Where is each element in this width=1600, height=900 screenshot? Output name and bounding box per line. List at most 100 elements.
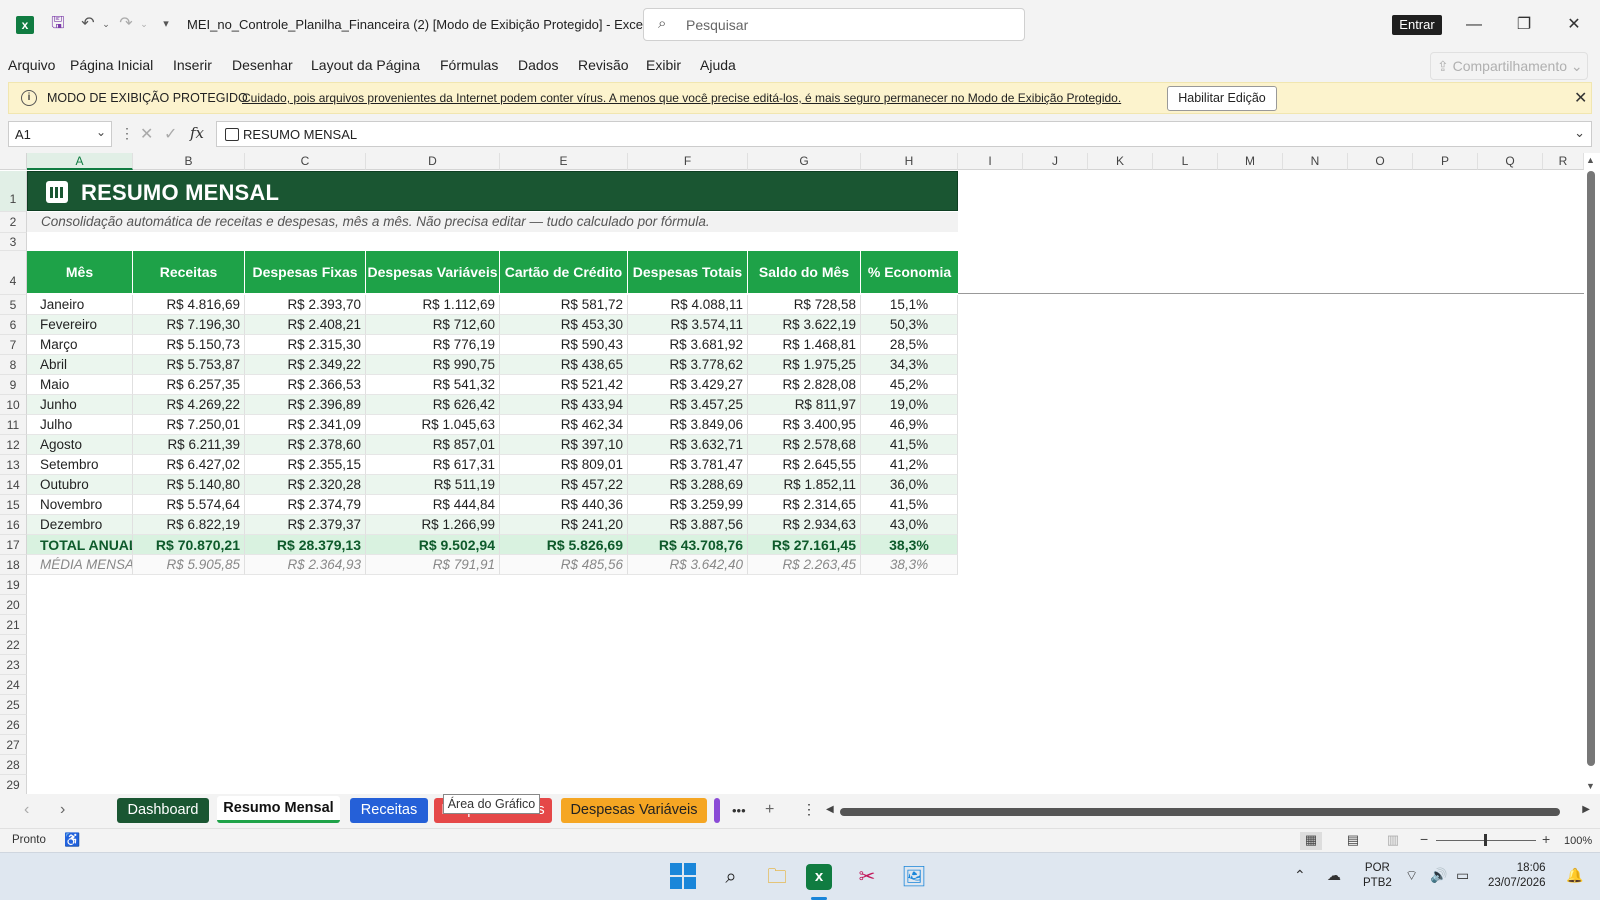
table-cell[interactable]: Julho [27,415,133,435]
table-cell[interactable]: R$ 3.849,06 [628,415,748,435]
table-cell[interactable]: R$ 5.905,85 [133,555,245,575]
table-cell[interactable]: R$ 541,32 [366,375,500,395]
clock[interactable]: 18:06 23/07/2026 [1488,861,1546,891]
header-cell[interactable]: Mês [27,251,133,293]
wifi-icon[interactable]: ⌔ [1405,867,1418,885]
table-cell[interactable]: R$ 617,31 [366,455,500,475]
column-header[interactable]: P [1413,153,1478,170]
table-cell[interactable]: R$ 1.112,69 [366,295,500,315]
table-cell[interactable]: R$ 521,42 [500,375,628,395]
table-cell[interactable]: TOTAL ANUAL [27,535,133,555]
photos-icon[interactable]: 🖼 [900,863,928,891]
protected-view-message[interactable]: Cuidado, pois arquivos provenientes da I… [242,91,1121,105]
minimize-button[interactable]: — [1460,12,1488,38]
row-header[interactable]: 26 [0,715,27,735]
zoom-out-icon[interactable]: − [1420,831,1428,847]
table-cell[interactable]: 15,1% [861,295,958,315]
row-header[interactable]: 4 [0,251,27,295]
table-cell[interactable]: R$ 3.400,95 [748,415,861,435]
table-cell[interactable]: R$ 3.429,27 [628,375,748,395]
row-header[interactable]: 15 [0,495,27,515]
row-header[interactable]: 3 [0,233,27,251]
table-cell[interactable]: R$ 2.578,68 [748,435,861,455]
scroll-thumb[interactable] [1587,171,1595,766]
table-cell[interactable]: Fevereiro [27,315,133,335]
row-header[interactable]: 2 [0,212,27,233]
column-header[interactable]: B [133,153,245,170]
scroll-right-icon[interactable]: ▶ [1582,804,1590,815]
column-header[interactable]: K [1088,153,1153,170]
row-header[interactable]: 16 [0,515,27,535]
row-header[interactable]: 1 [0,171,27,212]
table-cell[interactable]: R$ 2.349,22 [245,355,366,375]
table-cell[interactable]: R$ 811,97 [748,395,861,415]
column-header[interactable]: L [1153,153,1218,170]
column-header[interactable]: I [958,153,1023,170]
tab-dashboard[interactable]: Dashboard [117,798,209,823]
table-cell[interactable]: R$ 2.408,21 [245,315,366,335]
snipping-tool-icon[interactable]: ✂ [853,863,881,891]
column-header[interactable]: O [1348,153,1413,170]
tab-partial[interactable] [714,798,720,823]
table-cell[interactable]: R$ 3.259,99 [628,495,748,515]
table-cell[interactable]: 46,9% [861,415,958,435]
table-cell[interactable]: R$ 5.826,69 [500,535,628,555]
table-cell[interactable]: Março [27,335,133,355]
column-header[interactable]: A [27,153,133,170]
table-cell[interactable]: R$ 70.870,21 [133,535,245,555]
scroll-thumb[interactable] [840,808,1560,816]
redo-icon[interactable]: ↷ [116,14,136,34]
normal-view-icon[interactable]: ▦ [1300,832,1322,850]
vertical-scrollbar[interactable]: ▲ ▼ [1584,153,1598,794]
table-cell[interactable]: R$ 3.622,19 [748,315,861,335]
table-cell[interactable]: R$ 3.574,11 [628,315,748,335]
table-cell[interactable]: R$ 6.427,02 [133,455,245,475]
table-cell[interactable]: R$ 581,72 [500,295,628,315]
next-sheet-icon[interactable]: › [60,801,65,819]
table-cell[interactable]: Setembro [27,455,133,475]
confirm-icon[interactable]: ✓ [164,124,177,144]
close-icon[interactable]: ✕ [1574,88,1587,108]
column-header[interactable]: N [1283,153,1348,170]
table-cell[interactable]: R$ 1.045,63 [366,415,500,435]
scroll-left-icon[interactable]: ◀ [826,804,834,815]
table-cell[interactable]: R$ 2.320,28 [245,475,366,495]
table-cell[interactable]: 19,0% [861,395,958,415]
redo-dropdown-icon[interactable]: ⌄ [134,14,154,34]
table-cell[interactable]: Maio [27,375,133,395]
search-icon[interactable]: ⌕ [717,863,745,891]
tab-despesas-variaveis[interactable]: Despesas Variáveis [561,798,707,823]
share-button[interactable]: ⇪ Compartilhamento ⌄ [1430,52,1588,80]
row-header[interactable]: 21 [0,615,27,635]
column-header[interactable]: M [1218,153,1283,170]
table-cell[interactable]: R$ 1.852,11 [748,475,861,495]
scroll-up-icon[interactable]: ▲ [1586,155,1595,165]
row-header[interactable]: 8 [0,355,27,375]
row-header[interactable]: 27 [0,735,27,755]
table-cell[interactable]: R$ 4.088,11 [628,295,748,315]
table-cell[interactable]: Novembro [27,495,133,515]
worksheet-grid[interactable]: A B C D E F G H I J K L M N O P Q R 1234… [0,153,1600,794]
table-cell[interactable]: R$ 28.379,13 [245,535,366,555]
sheet-title-cell[interactable]: RESUMO MENSAL [27,171,958,211]
column-header[interactable]: E [500,153,628,170]
sign-in-button[interactable]: Entrar [1392,15,1442,35]
table-cell[interactable]: R$ 1.468,81 [748,335,861,355]
table-cell[interactable]: R$ 3.288,69 [628,475,748,495]
table-cell[interactable]: R$ 2.379,37 [245,515,366,535]
table-cell[interactable]: R$ 511,19 [366,475,500,495]
table-cell[interactable]: 41,2% [861,455,958,475]
restore-button[interactable]: ❐ [1510,12,1538,38]
row-header[interactable]: 17 [0,535,27,555]
row-header[interactable]: 18 [0,555,27,575]
table-cell[interactable]: R$ 462,34 [500,415,628,435]
sheet-subtitle[interactable]: Consolidação automática de receitas e de… [27,212,958,232]
menu-revisao[interactable]: Revisão [578,57,629,73]
undo-dropdown-icon[interactable]: ⌄ [96,14,116,34]
table-cell[interactable]: MÉDIA MENSAL [27,555,133,575]
table-cell[interactable]: R$ 453,30 [500,315,628,335]
header-cell[interactable]: Despesas Fixas [245,251,366,293]
table-cell[interactable]: R$ 2.645,55 [748,455,861,475]
zoom-in-icon[interactable]: + [1542,831,1550,847]
cancel-icon[interactable]: ✕ [140,124,153,144]
